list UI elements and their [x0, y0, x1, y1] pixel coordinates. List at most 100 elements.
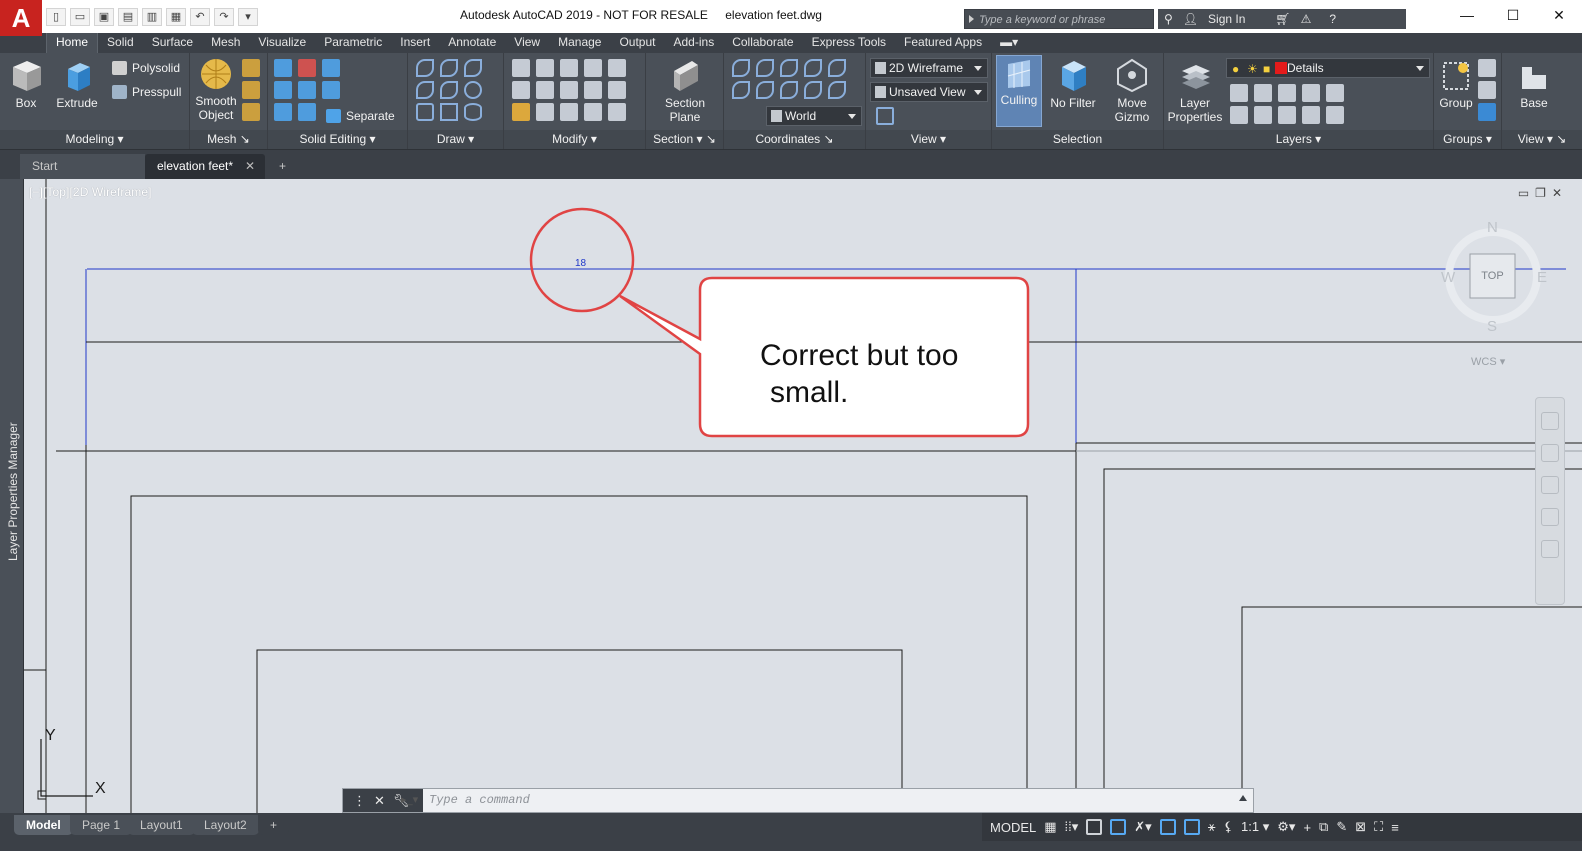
- fillet-edge-icon[interactable]: [322, 81, 340, 99]
- command-input[interactable]: Type a command: [429, 789, 1219, 812]
- viewport-close-icon[interactable]: ✕: [1552, 186, 1562, 200]
- print-icon[interactable]: ▦: [166, 8, 186, 26]
- geometry-polyline[interactable]: [1241, 606, 1582, 813]
- rotate-icon[interactable]: [536, 81, 554, 99]
- model-space-button[interactable]: MODEL: [990, 820, 1036, 835]
- ucs-x-icon[interactable]: [732, 81, 750, 99]
- panel-title-selection[interactable]: Selection: [992, 130, 1163, 149]
- tab-parametric[interactable]: Parametric: [315, 33, 391, 53]
- tab-model[interactable]: Model: [14, 815, 73, 835]
- layer-dropdown[interactable]: ● ☀ ■ Details: [1226, 58, 1430, 78]
- search-input[interactable]: Type a keyword or phrase: [964, 9, 1154, 29]
- save-icon[interactable]: ▣: [94, 8, 114, 26]
- layer-unisolate-icon[interactable]: [1254, 106, 1272, 124]
- object-snap-tracking-icon[interactable]: [1159, 819, 1176, 835]
- base-button[interactable]: Base: [1514, 57, 1554, 110]
- copy-icon[interactable]: [584, 59, 602, 77]
- tab-layout2[interactable]: Layout2: [192, 815, 259, 835]
- ucs-dropdown[interactable]: World: [766, 106, 862, 126]
- geometry-polyline[interactable]: [1103, 468, 1582, 813]
- zoom-extents-icon[interactable]: [1541, 476, 1559, 494]
- interfere-icon[interactable]: [298, 81, 316, 99]
- smooth-object-button[interactable]: Smooth Object: [192, 57, 240, 122]
- snap-icon[interactable]: ⁞⁞▾: [1065, 819, 1079, 835]
- panel-title-draw[interactable]: Draw ▾: [408, 130, 503, 149]
- save-as-icon[interactable]: ▤: [118, 8, 138, 26]
- tab-visualize[interactable]: Visualize: [249, 33, 315, 53]
- rectangle-icon[interactable]: [440, 103, 458, 121]
- panel-title-layers[interactable]: Layers ▾: [1164, 130, 1433, 149]
- layer-freeze-icon[interactable]: [1278, 84, 1296, 102]
- compass-east[interactable]: E: [1537, 269, 1547, 286]
- separate-button[interactable]: Separate: [324, 106, 395, 126]
- named-view-dropdown[interactable]: Unsaved View: [870, 82, 988, 102]
- tab-solid[interactable]: Solid: [98, 33, 143, 53]
- section-plane-button[interactable]: Section Plane: [656, 57, 714, 124]
- extract-edges-icon[interactable]: [298, 103, 316, 121]
- slice-icon[interactable]: [322, 59, 340, 77]
- close-command-line-icon[interactable]: ✕: [374, 793, 385, 809]
- group-select-icon[interactable]: [1478, 103, 1496, 121]
- group-button[interactable]: Group: [1436, 57, 1476, 110]
- spline-icon[interactable]: [416, 81, 434, 99]
- new-file-icon[interactable]: ▯: [46, 8, 66, 26]
- ucs-object-icon[interactable]: [780, 59, 798, 77]
- viewport-minimize-icon[interactable]: ▭: [1518, 186, 1529, 200]
- extrude-button[interactable]: Extrude: [52, 57, 102, 110]
- customize-qat-icon[interactable]: ▾: [238, 8, 258, 26]
- tab-express-tools[interactable]: Express Tools: [803, 33, 895, 53]
- mesh-refine-icon[interactable]: [242, 59, 260, 77]
- visual-style-dropdown[interactable]: 2D Wireframe: [870, 58, 988, 78]
- units-icon[interactable]: ⧉: [1319, 819, 1328, 835]
- recent-commands-icon[interactable]: ▸_▾: [401, 793, 418, 806]
- compass-north[interactable]: N: [1487, 219, 1498, 236]
- undo-icon[interactable]: ↶: [190, 8, 210, 26]
- viewport-restore-icon[interactable]: ❐: [1535, 186, 1546, 200]
- stretch-icon[interactable]: [560, 81, 578, 99]
- tab-mesh[interactable]: Mesh: [202, 33, 249, 53]
- tab-collaborate[interactable]: Collaborate: [723, 33, 802, 53]
- offset-icon[interactable]: [560, 103, 578, 121]
- steering-wheel-icon[interactable]: [1541, 412, 1559, 430]
- mirror-icon[interactable]: [512, 59, 530, 77]
- ribbon-toggle-icon[interactable]: ▬▾: [991, 33, 1027, 53]
- close-tab-icon[interactable]: ✕: [245, 154, 255, 179]
- close-button[interactable]: ✕: [1536, 0, 1582, 30]
- polyline-icon[interactable]: [416, 59, 434, 77]
- mesh-smooth-more-icon[interactable]: [242, 103, 260, 121]
- annotation-visibility-icon[interactable]: ⚹: [1208, 819, 1216, 835]
- tab-manage[interactable]: Manage: [549, 33, 610, 53]
- layer-thaw-icon[interactable]: [1278, 106, 1296, 124]
- grip-icon[interactable]: ⋮: [353, 793, 366, 809]
- dimension-text[interactable]: 18: [575, 258, 586, 269]
- tab-view[interactable]: View: [505, 33, 549, 53]
- layer-lock-icon[interactable]: [1302, 84, 1320, 102]
- ucs-3point-icon[interactable]: [804, 81, 822, 99]
- ortho-icon[interactable]: [1086, 819, 1103, 835]
- viewport-config-icon[interactable]: [876, 107, 894, 125]
- polysolid-button[interactable]: Polysolid: [110, 58, 180, 78]
- ucs-y-icon[interactable]: [756, 81, 774, 99]
- tab-elevation-feet[interactable]: elevation feet* ✕: [145, 154, 265, 179]
- panel-title-groups[interactable]: Groups ▾: [1434, 130, 1501, 149]
- panel-title-section[interactable]: Section ▾ ↘: [646, 130, 723, 149]
- explode-icon[interactable]: [608, 103, 626, 121]
- construction-line-icon[interactable]: [440, 81, 458, 99]
- geometry-rectangle[interactable]: [130, 495, 1028, 813]
- panel-title-coordinates[interactable]: Coordinates ↘: [724, 130, 865, 149]
- layer-properties-button[interactable]: Layer Properties: [1166, 57, 1224, 124]
- compass-south[interactable]: S: [1487, 318, 1497, 335]
- intersect-icon[interactable]: [274, 81, 292, 99]
- quick-properties-icon[interactable]: ✎: [1336, 819, 1347, 835]
- maximize-button[interactable]: ☐: [1490, 0, 1536, 30]
- subtract-icon[interactable]: [298, 59, 316, 77]
- erase-icon[interactable]: [512, 103, 530, 121]
- ucs-icon[interactable]: [732, 59, 750, 77]
- polygon-icon[interactable]: [416, 103, 434, 121]
- ucs-previous-icon[interactable]: [828, 59, 846, 77]
- new-tab-button[interactable]: +: [270, 154, 298, 179]
- box-button[interactable]: Box: [6, 57, 46, 110]
- trim-icon[interactable]: [608, 59, 626, 77]
- compass-west[interactable]: W: [1441, 269, 1455, 286]
- viewcube[interactable]: N S W E TOP WCS ▾: [1441, 219, 1565, 369]
